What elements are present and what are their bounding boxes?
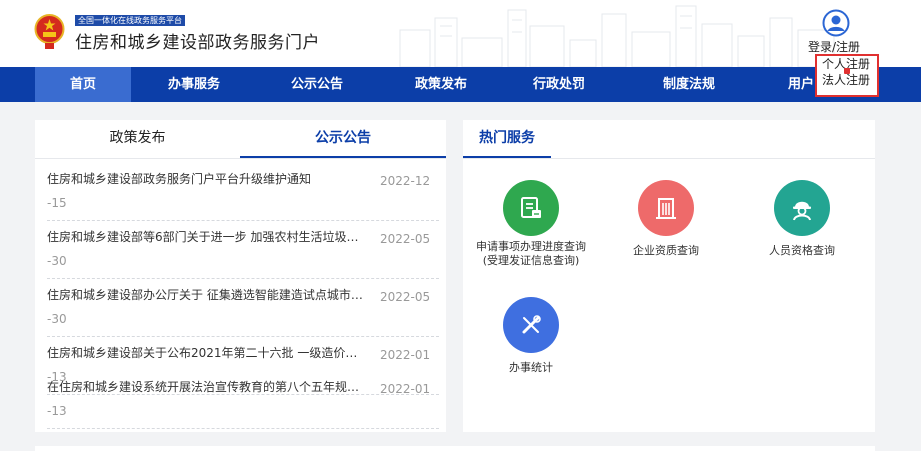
news-item[interactable]: 2022-05-30 住房和城乡建设部办公厅关于 征集遴选智能建造试点城市的通知 [47,278,439,337]
user-avatar-icon[interactable] [822,9,850,37]
service-icon-circle [638,180,694,236]
login-register-link[interactable]: 登录/注册 [808,38,860,55]
tab-divider [35,158,446,159]
document-list-icon [521,197,541,218]
building-icon [656,198,676,219]
nav-item-regulations[interactable]: 制度法规 [641,67,737,102]
hot-services-panel: 热门服务 申请事项办理进度查询 (受理发证信息查询) 企业资质查询 人员资格查询… [463,120,875,432]
worker-helmet-icon [793,201,811,221]
next-section-edge [35,446,875,451]
nav-item-services[interactable]: 办事服务 [146,67,242,102]
tab-divider [463,158,875,159]
nav-item-penalty[interactable]: 行政处罚 [511,67,607,102]
service-icon-circle [503,297,559,353]
service-label: 申请事项办理进度查询 [476,240,586,253]
national-emblem-icon [34,14,65,49]
service-progress-query[interactable]: 申请事项办理进度查询 (受理发证信息查询) [463,180,601,268]
service-icon-circle [774,180,830,236]
cursor-marker [844,68,850,74]
news-item[interactable]: 2022-01-13 在住房和城乡建设系统开展法治宣传教育的第八个五年规划（20… [47,370,439,429]
tools-icon [522,315,541,334]
corporate-register-option[interactable]: 法人注册 [817,72,877,88]
service-statistics[interactable]: 办事统计 [463,297,601,375]
tab-announcements[interactable]: 公示公告 [240,120,446,157]
news-title[interactable]: 住房和城乡建设部等6部门关于进一步 加强农村生活垃圾收运处置体系建设管理的通知 [47,228,367,245]
register-dropdown: 个人注册 法人注册 [815,54,879,97]
news-panel: 政策发布 公示公告 2022-12-15 住房和城乡建设部政务服务门户平台升级维… [35,120,446,432]
news-item[interactable]: 2022-12-15 住房和城乡建设部政务服务门户平台升级维护通知 [47,162,439,221]
nav-item-announcements[interactable]: 公示公告 [269,67,365,102]
service-personnel-qualification[interactable]: 人员资格查询 [732,180,872,258]
nav-item-policy[interactable]: 政策发布 [393,67,489,102]
service-label: 企业资质查询 [633,244,699,257]
service-label: 人员资格查询 [769,244,835,257]
service-icon-circle [503,180,559,236]
tab-hot-services[interactable]: 热门服务 [463,120,551,157]
city-skyline-decoration [399,5,835,67]
main-nav: 首页 办事服务 公示公告 政策发布 行政处罚 制度法规 用户 [0,67,921,102]
nav-item-home[interactable]: 首页 [35,67,131,102]
service-label: 办事统计 [509,361,553,374]
news-title[interactable]: 住房和城乡建设部关于公布2021年第二十六批 一级造价工程师注册人员名单的公告 [47,344,367,361]
service-enterprise-qualification[interactable]: 企业资质查询 [596,180,736,258]
service-sublabel: (受理发证信息查询) [482,254,580,267]
news-title[interactable]: 在住房和城乡建设系统开展法治宣传教育的第八个五年规划（2021-2025年） [47,378,367,395]
news-item[interactable]: 2022-05-30 住房和城乡建设部等6部门关于进一步 加强农村生活垃圾收运处… [47,220,439,279]
news-title[interactable]: 住房和城乡建设部政务服务门户平台升级维护通知 [47,170,367,187]
site-title: 住房和城乡建设部政务服务门户 [75,33,320,53]
tab-policy[interactable]: 政策发布 [35,120,240,157]
news-title[interactable]: 住房和城乡建设部办公厅关于 征集遴选智能建造试点城市的通知 [47,286,367,303]
platform-tagline: 全国一体化在线政务服务平台 [75,15,185,26]
site-header: 全国一体化在线政务服务平台 住房和城乡建设部政务服务门户 登录/注册 [0,0,921,67]
